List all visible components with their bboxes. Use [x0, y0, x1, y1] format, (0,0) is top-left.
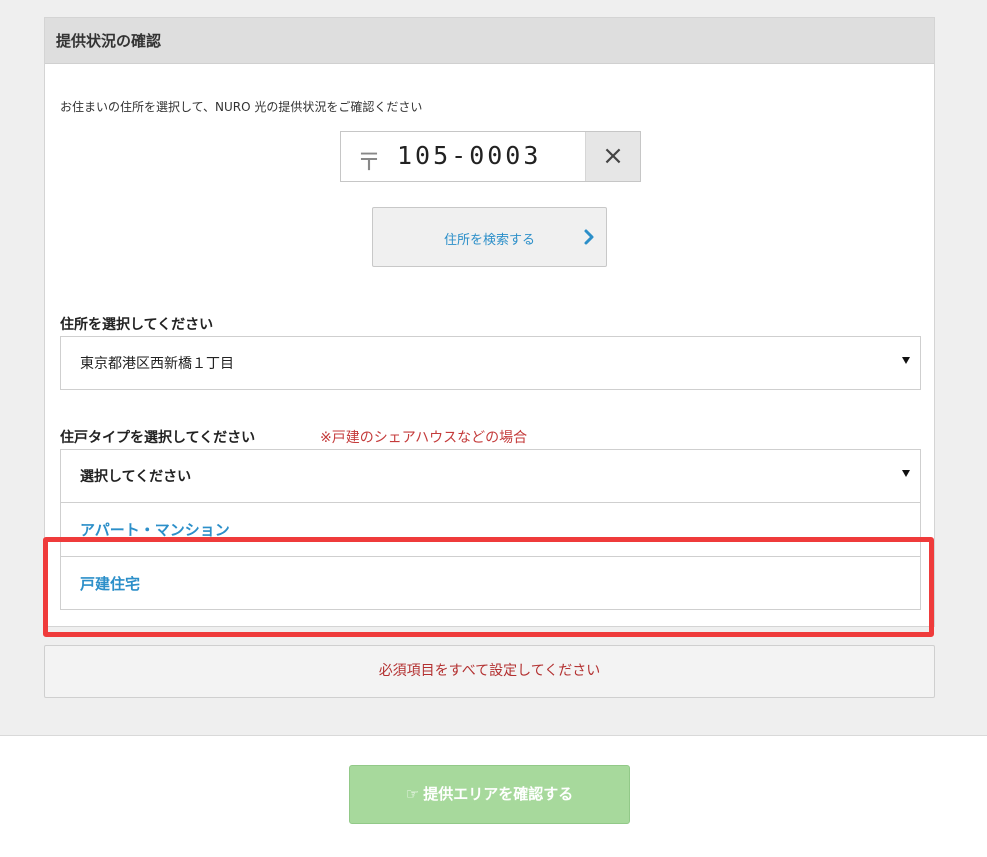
availability-panel: 提供状況の確認 お住まいの住所を選択して、NURO 光の提供状況をご確認ください…: [44, 17, 935, 627]
close-icon: ×: [602, 141, 624, 171]
confirm-area-label: 提供エリアを確認する: [423, 785, 574, 803]
address-select[interactable]: 東京都港区西新橋１丁目: [60, 336, 921, 390]
required-fields-message: 必須項目をすべて設定してください: [44, 645, 935, 698]
panel-title: 提供状況の確認: [45, 18, 934, 64]
zip-code-field[interactable]: 〒 105-0003 ×: [340, 131, 641, 182]
pointing-hand-icon: ☞: [405, 785, 420, 803]
dropdown-caret-icon: [902, 357, 910, 364]
option-apartment-label: アパート・マンション: [80, 521, 230, 539]
option-apartment[interactable]: アパート・マンション: [60, 503, 921, 557]
clear-zip-button[interactable]: ×: [585, 132, 640, 181]
search-address-label: 住所を検索する: [443, 233, 535, 248]
housing-type-note: ※戸建のシェアハウスなどの場合: [320, 430, 528, 446]
option-detached-house[interactable]: 戸建住宅: [60, 556, 921, 610]
chevron-right-icon: [584, 229, 594, 245]
confirm-area-button[interactable]: ☞ 提供エリアを確認する: [349, 765, 630, 824]
address-select-value: 東京都港区西新橋１丁目: [80, 356, 234, 372]
housing-type-select-value: 選択してください: [80, 469, 192, 485]
housing-type-select[interactable]: 選択してください: [60, 449, 921, 503]
dropdown-caret-icon: [902, 470, 910, 477]
option-detached-house-label: 戸建住宅: [80, 575, 141, 593]
zip-code-input[interactable]: 105-0003: [397, 141, 541, 170]
address-select-label: 住所を選択してください: [60, 317, 214, 333]
housing-type-label: 住戸タイプを選択してください: [60, 430, 256, 446]
intro-text: お住まいの住所を選択して、NURO 光の提供状況をご確認ください: [60, 100, 423, 114]
search-address-button[interactable]: 住所を検索する: [372, 207, 607, 267]
postal-mark-icon: 〒: [357, 148, 381, 176]
